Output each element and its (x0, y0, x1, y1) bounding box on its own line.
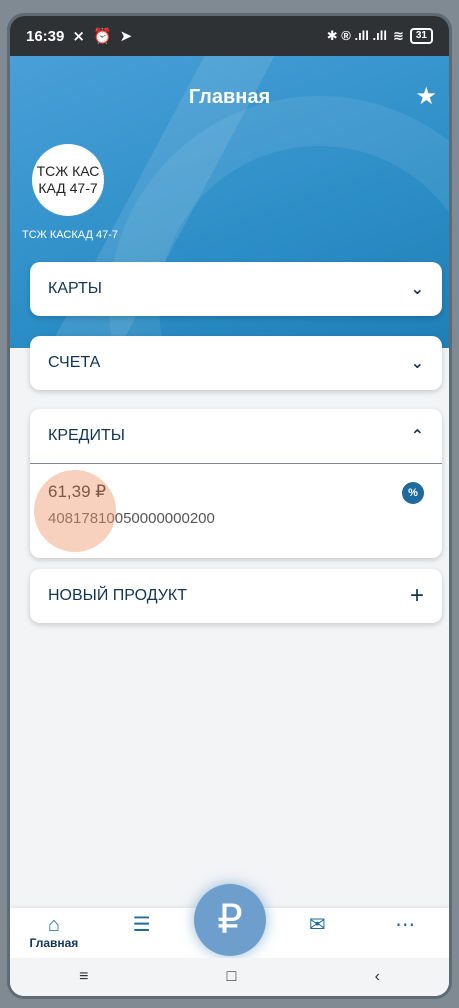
chevron-down-icon: ⌄ (410, 281, 424, 298)
battery-icon: 31 (409, 28, 433, 44)
signal-indicators: ✱ ® .ıll .ıll (326, 28, 387, 43)
credits-section: КРЕДИТЫ ⌃ 61,39 ₽ 40817810050000000200 % (30, 409, 442, 558)
home-square-icon[interactable]: □ (227, 968, 237, 986)
menu-icon[interactable]: ≡ (79, 968, 88, 986)
org-name: ТСЖ КАСКАД 47-7 (22, 229, 118, 241)
avatar-text: ТСЖ КАСКАД 47-7 (36, 163, 100, 196)
phone-screen: 16:39 ⨯ ⏰ ➤ ✱ ® .ıll .ıll ≋ 31 Главная ★… (10, 16, 449, 996)
avatar[interactable]: ТСЖ КАСКАД 47-7 (32, 144, 104, 216)
touch-indicator (34, 470, 116, 552)
status-bar: 16:39 ⨯ ⏰ ➤ ✱ ® .ıll .ıll ≋ 31 (10, 16, 449, 56)
new-product-label: НОВЫЙ ПРОДУКТ (48, 587, 187, 604)
accounts-label: СЧЕТА (48, 354, 101, 371)
credits-label: КРЕДИТЫ (48, 427, 125, 444)
cards-row[interactable]: КАРТЫ ⌄ (30, 262, 442, 316)
cards-section[interactable]: КАРТЫ ⌄ (30, 262, 442, 316)
nav-messages[interactable]: ✉ (287, 908, 347, 936)
chevron-up-icon: ⌃ (410, 428, 424, 445)
plus-icon: + (409, 582, 424, 609)
more-icon: ⋯ (395, 914, 416, 936)
status-time: 16:39 (26, 27, 65, 45)
nav-more[interactable]: ⋯ (375, 908, 435, 936)
alarm-icon: ⏰ (92, 28, 112, 45)
nav-home-label: Главная (29, 936, 79, 950)
nav-list[interactable]: ☰ (112, 908, 172, 936)
cards-label: КАРТЫ (48, 280, 102, 297)
percent-icon[interactable]: % (402, 482, 424, 504)
home-icon: ⌂ (47, 914, 60, 936)
chevron-down-icon: ⌄ (410, 355, 424, 372)
credits-row[interactable]: КРЕДИТЫ ⌃ (30, 409, 442, 463)
new-product-section[interactable]: НОВЫЙ ПРОДУКТ + (30, 569, 442, 623)
nav-home[interactable]: ⌂ Главная (24, 908, 84, 950)
page-title: Главная (188, 86, 271, 108)
telegram-icon: ➤ (119, 28, 133, 45)
payments-button[interactable]: ₽ (194, 884, 266, 956)
new-product-row[interactable]: НОВЫЙ ПРОДУКТ + (30, 569, 442, 623)
accounts-section[interactable]: СЧЕТА ⌄ (30, 336, 442, 390)
system-nav: ≡ □ ‹ (10, 958, 449, 996)
list-icon: ☰ (132, 914, 151, 936)
wifi-icon: ≋ (392, 28, 404, 43)
star-icon[interactable]: ★ (415, 82, 437, 111)
credit-item[interactable]: 61,39 ₽ 40817810050000000200 % (30, 464, 442, 558)
accounts-row[interactable]: СЧЕТА ⌄ (30, 336, 442, 390)
mute-icon: ⨯ (72, 28, 85, 45)
mail-icon: ✉ (308, 914, 326, 936)
back-icon[interactable]: ‹ (375, 968, 380, 986)
